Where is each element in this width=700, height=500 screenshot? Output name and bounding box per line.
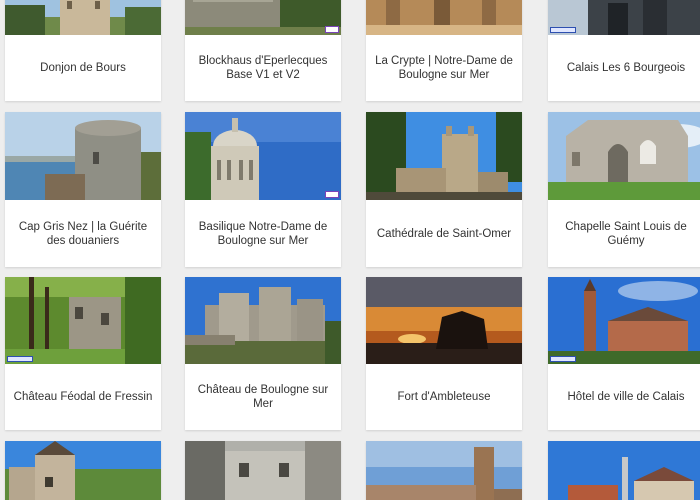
castle-keep-photo	[5, 0, 161, 35]
attraction-card[interactable]	[548, 441, 700, 500]
cathedral-photo	[366, 112, 522, 200]
attraction-title: Cap Gris Nez | la Guérite des douaniers	[18, 220, 148, 247]
attraction-title: Château Féodal de Fressin	[13, 391, 153, 403]
town-belfry-photo	[366, 441, 522, 500]
attraction-title: Château de Boulogne sur Mer	[197, 384, 329, 410]
logo-badge-icon	[7, 356, 33, 362]
attraction-title: Blockhaus d'Eperlecques Base V1 et V2	[198, 55, 328, 81]
attraction-title: Chapelle Saint Louis de Guémy	[565, 220, 687, 247]
logo-badge-icon	[550, 356, 576, 362]
attraction-card[interactable]: Donjon de Bours	[5, 0, 161, 101]
attraction-card[interactable]: Château Féodal de Fressin	[5, 277, 161, 430]
sea-fort-sunset-photo	[366, 277, 522, 364]
attractions-grid: Donjon de Bours Blockhaus d'Eperlecques …	[0, 0, 700, 500]
attraction-title: Donjon de Bours	[40, 62, 126, 74]
basilica-dome-photo	[185, 112, 341, 200]
attraction-card[interactable]: Hôtel de ville de Calais	[548, 277, 700, 430]
attraction-title: Hôtel de ville de Calais	[567, 391, 685, 403]
attraction-card[interactable]: Chapelle Saint Louis de Guémy	[548, 112, 700, 267]
attraction-card[interactable]: Cap Gris Nez | la Guérite des douaniers	[5, 112, 161, 267]
badge-icon	[325, 26, 339, 33]
attraction-card[interactable]: Calais Les 6 Bourgeois	[548, 0, 700, 101]
attraction-title: Fort d'Ambleteuse	[397, 391, 491, 403]
castle-ruin-forest-photo	[5, 277, 161, 364]
attraction-card[interactable]: Château de Boulogne sur Mer	[185, 277, 341, 430]
crypt-photo	[366, 0, 522, 35]
attraction-card[interactable]	[366, 441, 522, 500]
attraction-card[interactable]: Blockhaus d'Eperlecques Base V1 et V2	[185, 0, 341, 101]
castle-towers-photo	[5, 441, 161, 500]
chateau-facade-photo	[185, 441, 341, 500]
attraction-title: Calais Les 6 Bourgeois	[566, 62, 686, 74]
attraction-card[interactable]	[5, 441, 161, 500]
attraction-title: Basilique Notre-Dame de Boulogne sur Mer	[198, 220, 328, 247]
attraction-card[interactable]	[185, 441, 341, 500]
coastal-tower-photo	[5, 112, 161, 200]
attraction-title: Cathédrale de Saint-Omer	[376, 227, 512, 240]
attraction-card[interactable]: Fort d'Ambleteuse	[366, 277, 522, 430]
fortress-photo	[185, 277, 341, 364]
town-hall-belfry-photo	[548, 277, 700, 364]
attraction-card[interactable]: Basilique Notre-Dame de Boulogne sur Mer	[185, 112, 341, 267]
badge-icon	[325, 191, 339, 198]
seaside-villas-photo	[548, 441, 700, 500]
attraction-card[interactable]: Cathédrale de Saint-Omer	[366, 112, 522, 267]
logo-badge-icon	[550, 27, 576, 33]
bunker-photo	[185, 0, 341, 35]
attraction-card[interactable]: La Crypte | Notre-Dame de Boulogne sur M…	[366, 0, 522, 101]
chapel-ruin-photo	[548, 112, 700, 200]
attraction-title: La Crypte | Notre-Dame de Boulogne sur M…	[375, 55, 513, 81]
statue-photo	[548, 0, 700, 35]
